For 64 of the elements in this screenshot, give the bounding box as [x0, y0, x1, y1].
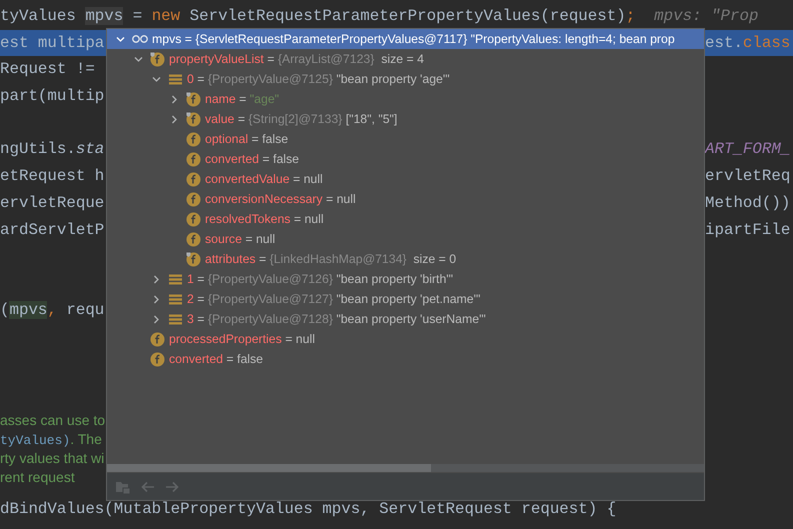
doc-comment-line: asses can use to — [0, 411, 106, 430]
code-line: dBindValues(MutablePropertyValues mpvs, ServletRequest request) { — [0, 499, 616, 520]
code-line: tyValues mpvs = new ServletRequestParameterPropertyValues(request); mpvs: "Prop — [0, 6, 758, 27]
field-icon — [186, 132, 201, 146]
field-icon — [150, 352, 165, 366]
code-line: ngUtils.sta — [0, 139, 104, 160]
field-icon — [186, 92, 201, 106]
doc-comment-line: tyValues). The — [0, 430, 102, 450]
chevron-down-icon[interactable] — [116, 34, 125, 44]
list-icon — [168, 72, 183, 86]
tree-node-label[interactable]: converted = false — [205, 152, 300, 166]
doc-comment-line: rent request — [0, 468, 75, 488]
field-icon — [150, 332, 165, 346]
tree-node-label[interactable]: attributes = {LinkedHashMap@7134} size = 0 — [205, 252, 456, 266]
tree-node-label[interactable]: processedProperties = null — [169, 332, 315, 346]
code-line: ardServletP — [0, 220, 104, 240]
field-icon — [186, 192, 201, 206]
field-icon — [150, 52, 165, 66]
tree-node-label[interactable]: convertedValue = null — [205, 172, 323, 186]
doc-comment-line: rty values that wi — [0, 449, 104, 468]
code-line: (mpvs, requ — [0, 300, 104, 321]
glasses-icon — [132, 34, 148, 44]
field-icon — [186, 232, 201, 246]
field-icon — [186, 252, 201, 266]
scrollbar-thumb[interactable] — [107, 464, 431, 472]
field-icon — [186, 152, 201, 166]
code-line: ipartFile — [705, 220, 790, 240]
tree-node-label[interactable]: 1 = {PropertyValue@7126} "bean property 'birth'" — [187, 272, 453, 286]
field-icon — [186, 112, 201, 126]
tree-node-label[interactable]: resolvedTokens = null — [205, 212, 324, 226]
list-icon — [168, 292, 183, 306]
tree-node-label[interactable]: conversionNecessary = null — [205, 192, 356, 206]
list-icon — [168, 272, 183, 286]
chevron-down-icon[interactable] — [134, 54, 143, 64]
tree-node-label[interactable]: propertyValueList = {ArrayList@7123} size = 4 — [169, 52, 424, 66]
chevron-right-icon[interactable] — [170, 114, 179, 124]
horizontal-scrollbar[interactable] — [107, 464, 704, 472]
tree-node-label[interactable]: 2 = {PropertyValue@7127} "bean property 'pet.name'" — [187, 292, 480, 306]
field-icon — [186, 172, 201, 186]
tree-node-label[interactable]: optional = false — [205, 132, 288, 146]
code-line: est.class — [705, 32, 790, 54]
chevron-right-icon[interactable] — [152, 314, 161, 324]
list-icon — [168, 312, 183, 326]
code-line: ervletReque — [0, 192, 104, 214]
tree-node-label[interactable]: 0 = {PropertyValue@7125} "bean property 'age'" — [187, 72, 450, 86]
tree-node-label[interactable]: source = null — [205, 232, 276, 246]
chevron-right-icon[interactable] — [152, 294, 161, 304]
tree-node-label[interactable]: mpvs = {ServletRequestParameterPropertyValues@7117} "PropertyValues: length=4; bean prop — [152, 32, 675, 46]
code-line: part(multip — [0, 86, 104, 108]
code-line: etRequest h — [0, 166, 104, 188]
selected-tree-row[interactable]: mpvs = {ServletRequestParameterPropertyValues@7117} "PropertyValues: length=4; bean prop — [107, 29, 704, 49]
field-icon — [186, 212, 201, 226]
tree-node-label[interactable]: name = "age" — [205, 92, 280, 106]
tree-node-label[interactable]: 3 = {PropertyValue@7128} "bean property 'userName'" — [187, 312, 486, 326]
code-line: Request != — [0, 59, 95, 80]
tree-node-label[interactable]: converted = false — [169, 352, 264, 366]
chevron-right-icon[interactable] — [170, 94, 179, 104]
code-line: Method()) — [705, 192, 790, 214]
code-line: ART_FORM_ — [705, 139, 790, 160]
chevron-down-icon[interactable] — [152, 74, 161, 84]
code-line: est multipa — [0, 32, 104, 54]
chevron-right-icon[interactable] — [152, 274, 161, 284]
tree-node-label[interactable]: value = {String[2]@7133} ["18", "5"] — [205, 112, 398, 126]
code-line: ervletReq — [705, 166, 790, 188]
